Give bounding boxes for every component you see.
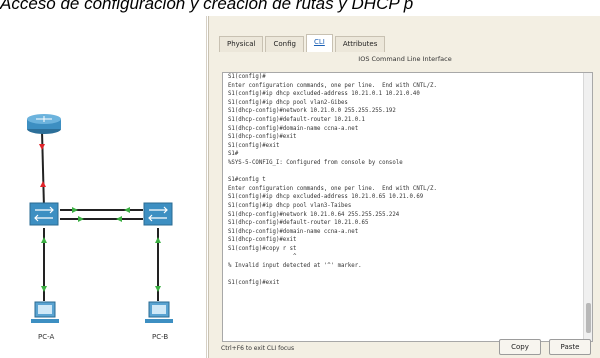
tab-physical[interactable]: Physical	[219, 36, 264, 52]
page-caption: Acceso de configuración y creación de ru…	[0, 0, 414, 13]
pc-icon[interactable]	[31, 301, 59, 323]
link-up-marker	[41, 286, 47, 292]
link-up-marker	[155, 286, 161, 292]
terminal-line: Enter configuration commands, one per li…	[228, 82, 437, 89]
tab-attributes[interactable]: Attributes	[334, 36, 386, 52]
link-up-marker	[41, 237, 47, 243]
terminal-line: S1(dhcp-config)#domain-name ccna-a.net	[228, 228, 359, 235]
link-up-marker	[124, 207, 130, 213]
terminal-line: S1#	[228, 151, 239, 158]
tab-config[interactable]: Config	[265, 36, 304, 52]
link-up-marker	[78, 216, 84, 222]
paste-button[interactable]: Paste	[549, 339, 591, 355]
pc-b-label: PC-B	[152, 333, 168, 341]
copy-button[interactable]: Copy	[499, 339, 541, 355]
terminal-line: S1(dhcp-config)#exit	[228, 237, 297, 244]
terminal-line: S1(config)#exit	[228, 280, 280, 287]
terminal-line: S1(dhcp-config)#exit	[228, 134, 297, 141]
link-up-marker	[155, 237, 161, 243]
link-router-switch	[41, 130, 45, 209]
topology-diagram: PC-A PC-B	[27, 114, 173, 341]
terminal-line: S1(config)#ip dhcp pool vlan3-Taibes	[228, 202, 352, 209]
terminal-line: S1(config)#ip dhcp pool vlan2-Gibes	[228, 99, 348, 106]
scrollbar-thumb[interactable]	[586, 303, 591, 333]
terminal-line: S1#config t	[228, 177, 266, 184]
terminal-line: S1(config)#	[228, 74, 266, 80]
link-down-marker	[40, 181, 46, 187]
switch-icon[interactable]	[29, 202, 59, 226]
terminal-line: S1(dhcp-config)#network 10.21.0.64 255.2…	[228, 211, 400, 218]
terminal-scrollbar[interactable]	[583, 73, 592, 341]
pc-a-label: PC-A	[38, 333, 54, 341]
terminal-line: S1(config)#ip dhcp excluded-address 10.2…	[228, 91, 420, 98]
switch-icon[interactable]	[143, 202, 173, 226]
tab-bar: Physical Config CLI Attributes	[219, 34, 387, 52]
terminal-line: S1(config)#ip dhcp excluded-address 10.2…	[228, 194, 424, 201]
panel-title: IOS Command Line Interface	[358, 55, 452, 63]
status-hint: Ctrl+F6 to exit CLI focus	[221, 345, 295, 352]
pc-icon[interactable]	[145, 301, 173, 323]
device-window: Physical Config CLI Attributes IOS Comma…	[208, 16, 600, 358]
terminal-line: Enter configuration commands, one per li…	[228, 185, 437, 192]
link-down-marker	[39, 144, 45, 150]
terminal-line: % Invalid input detected at '^' marker.	[228, 263, 362, 270]
terminal-line: S1(dhcp-config)#domain-name ccna-a.net	[228, 125, 359, 132]
terminal-line: S1(dhcp-config)#default-router 10.21.0.6…	[228, 220, 369, 227]
tab-cli[interactable]: CLI	[305, 34, 333, 52]
link-up-marker	[116, 216, 122, 222]
link-up-marker	[72, 207, 78, 213]
terminal-output: S1(config)# Enter configuration commands,…	[228, 73, 580, 288]
terminal-line: S1(dhcp-config)#default-router 10.21.0.1	[228, 116, 365, 123]
topology-canvas[interactable]: PC-A PC-B	[0, 16, 207, 358]
cli-terminal[interactable]: S1(config)# Enter configuration commands,…	[222, 72, 593, 342]
terminal-line: ^	[228, 254, 297, 261]
terminal-line: S1(dhcp-config)#network 10.21.0.0 255.25…	[228, 108, 396, 115]
terminal-line: S1(config)#exit	[228, 142, 280, 149]
terminal-line: %SYS-5-CONFIG_I: Configured from console…	[228, 159, 403, 166]
terminal-line: S1(config)#copy r st	[228, 245, 297, 252]
router-icon[interactable]	[27, 114, 61, 134]
